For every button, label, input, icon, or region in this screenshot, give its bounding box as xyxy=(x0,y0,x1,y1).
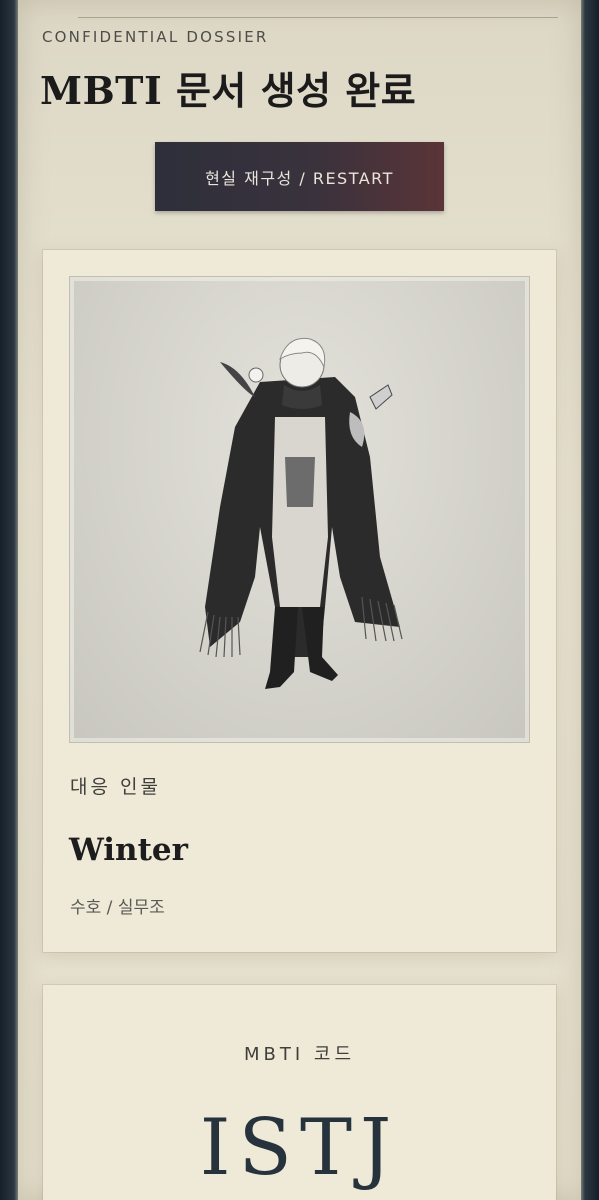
restart-button[interactable]: 현실 재구성 / RESTART xyxy=(155,142,444,211)
character-role: 수호 / 실무조 xyxy=(70,898,165,918)
page-title: MBTI 문서 생성 완료 xyxy=(40,68,417,113)
character-name: Winter xyxy=(69,832,188,868)
character-portrait-icon xyxy=(199,337,403,689)
character-portrait xyxy=(70,277,529,742)
top-divider xyxy=(78,17,558,18)
character-card: 대응 인물 Winter 수호 / 실무조 xyxy=(43,250,556,952)
character-section-label: 대응 인물 xyxy=(70,776,161,798)
mbti-code: ISTJ xyxy=(199,1103,400,1193)
dossier-kicker: CONFIDENTIAL DOSSIER xyxy=(42,28,269,46)
mbti-label: MBTI 코드 xyxy=(243,1044,356,1065)
mbti-card: MBTI 코드 ISTJ xyxy=(43,985,556,1200)
